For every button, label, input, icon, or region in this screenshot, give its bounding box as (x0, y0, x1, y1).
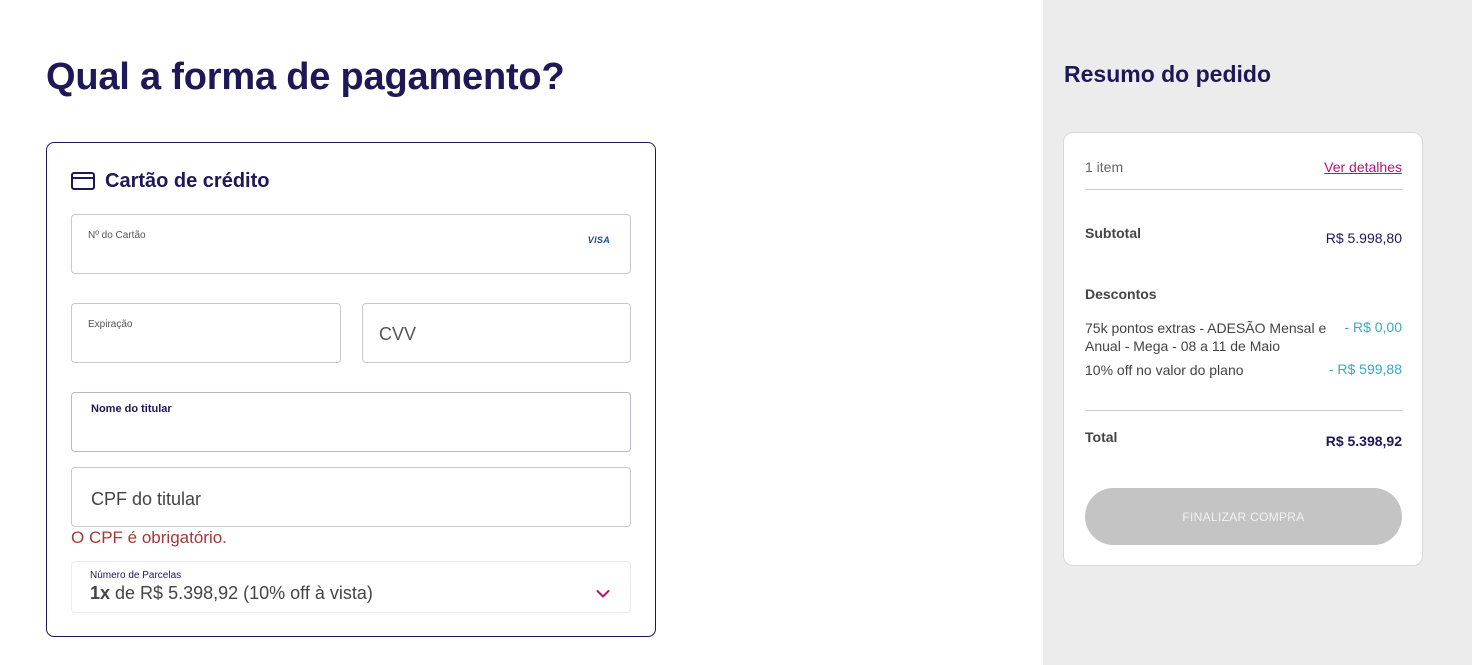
finalize-purchase-button[interactable]: FINALIZAR COMPRA (1085, 488, 1402, 545)
discount-label: 10% off no valor do plano (1085, 362, 1244, 378)
installments-label: Número de Parcelas (90, 570, 182, 581)
cvv-placeholder: CVV (379, 324, 417, 344)
summary-card: 1 item Ver detalhes Subtotal R$ 5.998,80… (1063, 132, 1423, 566)
installments-description: de R$ 5.398,92 (10% off à vista) (110, 583, 373, 603)
installments-value: 1x de R$ 5.398,92 (10% off à vista) (90, 583, 373, 604)
cpf-error-message: O CPF é obrigatório. (71, 528, 227, 547)
payment-method-title: Cartão de crédito (105, 169, 270, 192)
payment-method-header: Cartão de crédito (71, 169, 269, 193)
subtotal-value: R$ 5.998,80 (1325, 230, 1402, 246)
subtotal-label: Subtotal (1085, 225, 1141, 241)
installments-select[interactable]: Número de Parcelas 1x de R$ 5.398,92 (10… (71, 561, 631, 613)
discounts-label: Descontos (1085, 286, 1157, 302)
card-number-label: Nº do Cartão (88, 230, 146, 241)
divider (1085, 410, 1403, 411)
visa-logo-icon: VISA (587, 235, 610, 245)
divider (1085, 189, 1403, 190)
discount-value: - R$ 0,00 (1344, 319, 1402, 335)
holder-name-field[interactable]: Nome do titular (71, 392, 631, 452)
credit-card-panel: Cartão de crédito Nº do Cartão VISA Expi… (46, 142, 656, 637)
page-title: Qual a forma de pagamento? (46, 56, 565, 98)
chevron-down-icon[interactable] (596, 586, 610, 598)
holder-name-label: Nome do titular (91, 403, 172, 415)
cvv-field[interactable]: CVV (362, 303, 631, 363)
cpf-placeholder: CPF do titular (91, 489, 202, 509)
expiration-field[interactable]: Expiração (71, 303, 341, 363)
items-count: 1 item (1085, 159, 1124, 175)
summary-title: Resumo do pedido (1064, 61, 1271, 87)
cpf-field[interactable]: CPF do titular (71, 467, 631, 527)
installments-count: 1x (90, 583, 111, 603)
discount-label: 75k pontos extras - ADESÃO Mensal e Anua… (1085, 320, 1327, 354)
checkout-page: Qual a forma de pagamento? Cartão de cré… (0, 0, 1472, 665)
discount-value: - R$ 599,88 (1328, 361, 1402, 377)
expiration-label: Expiração (88, 319, 133, 330)
order-summary-sidebar: Resumo do pedido 1 item Ver detalhes Sub… (1043, 0, 1472, 665)
total-label: Total (1085, 429, 1118, 445)
card-number-field[interactable]: Nº do Cartão VISA (71, 214, 631, 274)
view-details-link[interactable]: Ver detalhes (1324, 159, 1402, 175)
payment-section: Qual a forma de pagamento? Cartão de cré… (0, 0, 1043, 665)
total-value: R$ 5.398,92 (1325, 433, 1402, 449)
credit-card-icon (71, 171, 95, 191)
